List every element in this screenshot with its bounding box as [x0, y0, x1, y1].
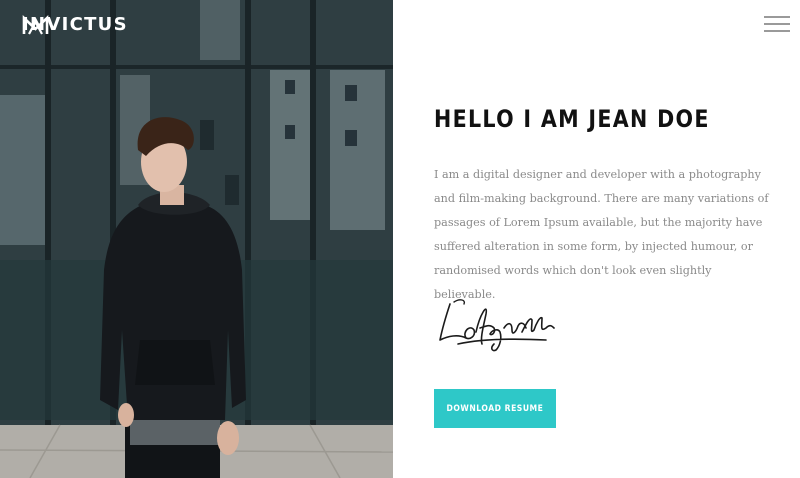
- portrait-photo-illustration: [0, 0, 393, 478]
- menu-line: [764, 16, 790, 18]
- hero-photo: INVICTUS: [0, 0, 393, 478]
- hamburger-menu-icon[interactable]: [764, 14, 790, 34]
- brand[interactable]: INVICTUS: [22, 14, 128, 35]
- brand-mark-icon: [22, 14, 49, 35]
- menu-line: [764, 23, 790, 25]
- menu-line: [764, 30, 790, 32]
- intro-paragraph: I am a digital designer and developer wi…: [434, 168, 769, 301]
- signature-image: [439, 299, 555, 352]
- download-resume-label: DOWNLOAD RESUME: [446, 403, 544, 414]
- page-title: HELLO I AM JEAN DOE: [434, 105, 710, 133]
- download-resume-button[interactable]: DOWNLOAD RESUME: [434, 389, 556, 428]
